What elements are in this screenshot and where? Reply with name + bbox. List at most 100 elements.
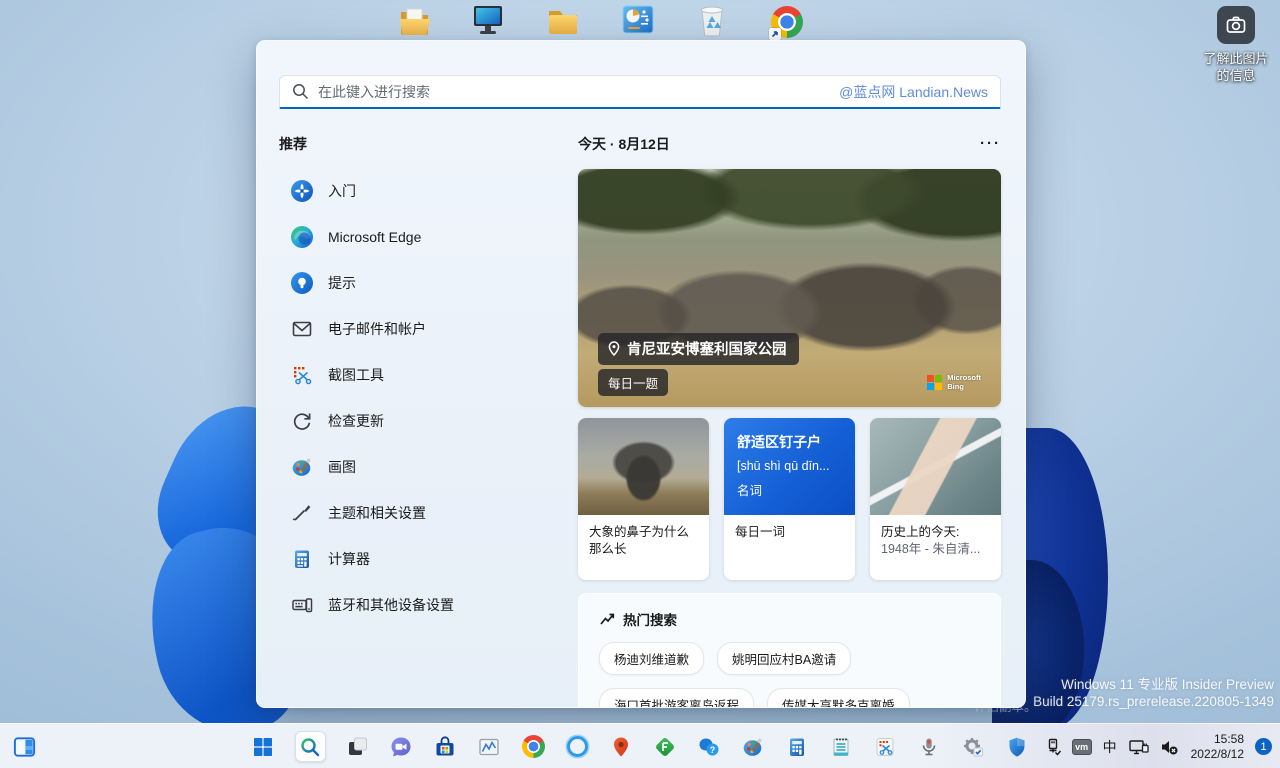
recycle-bin-icon xyxy=(694,2,730,40)
sidebar-item-snipping-tool[interactable]: 截图工具 xyxy=(279,352,578,398)
folder-open-icon xyxy=(398,2,434,40)
daily-image-card[interactable]: 肯尼亚安博塞利国家公园 每日一题 Microsoft Bing xyxy=(578,169,1001,407)
chat-icon xyxy=(389,735,413,759)
sidebar-item-paint[interactable]: 画图 xyxy=(279,444,578,490)
control-panel-icon xyxy=(620,2,656,40)
location-pin-icon xyxy=(608,341,620,356)
word-of-day-panel: 舒适区钉子户 [shū shì qū dīn... 名词 xyxy=(724,418,855,515)
usb-eject-icon[interactable] xyxy=(1043,737,1063,757)
brush-icon xyxy=(289,500,315,526)
sidebar-item-bluetooth-devices[interactable]: 蓝牙和其他设备设置 xyxy=(279,582,578,628)
card-today-in-history[interactable]: 历史上的今天: 1948年 - 朱自清... xyxy=(870,418,1001,580)
search-branding-link[interactable]: @蓝点网 Landian.News xyxy=(839,82,988,102)
trending-pill[interactable]: 传媒大亨默多克离婚 xyxy=(767,688,910,708)
sidebar-item-label: 蓝牙和其他设备设置 xyxy=(328,595,454,615)
sidebar-item-email[interactable]: 电子邮件和帐户 xyxy=(279,306,578,352)
desktop-icon-recycle-bin[interactable] xyxy=(694,2,730,40)
get-help-icon: ? xyxy=(697,735,721,759)
bing-logo: Microsoft Bing xyxy=(927,374,981,391)
ime-indicator[interactable]: 中 xyxy=(1101,737,1119,757)
sidebar-item-label: 计算器 xyxy=(328,549,370,569)
trending-up-icon xyxy=(599,611,615,627)
sidebar-item-check-updates[interactable]: 检查更新 xyxy=(279,398,578,444)
build-watermark: Windows 11 专业版 Insider Preview Build 251… xyxy=(1033,676,1274,710)
task-manager-button[interactable] xyxy=(477,734,502,759)
card-caption: 每日一词 xyxy=(724,515,855,580)
desktop-icon-picture-info[interactable]: 了解此图片 的信息 xyxy=(1216,6,1256,84)
snipping-tool-icon xyxy=(873,735,897,759)
desktop-icon-control-panel[interactable] xyxy=(620,2,656,40)
sidebar-item-get-started[interactable]: 入门 xyxy=(279,168,578,214)
calculator-icon xyxy=(289,546,315,572)
desktop-icon-folder-open[interactable] xyxy=(398,2,434,40)
elephant-photo xyxy=(578,418,709,515)
more-options-button[interactable]: ··· xyxy=(980,139,1001,149)
store-button[interactable] xyxy=(433,734,458,759)
voice-recorder-icon xyxy=(917,735,941,759)
search-button-active[interactable] xyxy=(295,731,326,762)
paint-icon xyxy=(741,735,765,759)
windows-security-button[interactable] xyxy=(1005,734,1030,759)
trending-title: 热门搜索 xyxy=(623,609,677,629)
card-elephant-question[interactable]: 大象的鼻子为什么 那么长 xyxy=(578,418,709,580)
sidebar-item-calculator[interactable]: 计算器 xyxy=(279,536,578,582)
search-input[interactable] xyxy=(318,84,839,100)
sidebar-item-themes[interactable]: 主题和相关设置 xyxy=(279,490,578,536)
devices-icon xyxy=(289,592,315,618)
search-flyout-panel: @蓝点网 Landian.News 推荐 xyxy=(256,40,1026,708)
hero-daily-badge[interactable]: 每日一题 xyxy=(598,369,668,396)
recommended-list: 入门 Microsoft Edge xyxy=(279,168,578,628)
start-button[interactable] xyxy=(251,734,276,759)
cortana-button[interactable] xyxy=(565,734,590,759)
calculator-button[interactable] xyxy=(785,734,810,759)
settings-check-button[interactable] xyxy=(961,734,986,759)
volume-muted-icon[interactable] xyxy=(1159,737,1179,757)
task-view-icon xyxy=(346,735,369,758)
hand-pen-photo xyxy=(870,418,1001,515)
network-icon[interactable] xyxy=(1128,737,1150,757)
get-started-icon xyxy=(289,178,315,204)
trending-pill[interactable]: 姚明回应村BA邀请 xyxy=(717,642,851,675)
desktop-icon-chrome[interactable] xyxy=(769,2,805,40)
card-word-of-day[interactable]: 舒适区钉子户 [shū shì qū dīn... 名词 每日一词 xyxy=(724,418,855,580)
monitor-icon xyxy=(470,2,506,40)
trending-pill[interactable]: 海口首批游客离岛返程 xyxy=(599,688,754,708)
get-help-button[interactable]: ? xyxy=(697,734,722,759)
snipping-tool-button[interactable] xyxy=(873,734,898,759)
notepad-button[interactable] xyxy=(829,734,854,759)
sidebar-item-edge[interactable]: Microsoft Edge xyxy=(279,214,578,260)
search-box[interactable]: @蓝点网 Landian.News xyxy=(279,75,1001,109)
maps-button[interactable] xyxy=(609,734,634,759)
svg-text:?: ? xyxy=(710,745,716,755)
clock[interactable]: 15:58 2022/8/12 xyxy=(1188,732,1244,762)
task-manager-icon xyxy=(477,735,501,759)
voice-recorder-button[interactable] xyxy=(917,734,942,759)
sidebar-item-label: 入门 xyxy=(328,181,356,201)
desktop-icon-folder[interactable] xyxy=(545,2,581,40)
card-caption: 大象的鼻子为什么 那么长 xyxy=(578,515,709,580)
shortcut-arrow-icon xyxy=(769,28,781,40)
hero-location-badge[interactable]: 肯尼亚安博塞利国家公园 xyxy=(598,333,799,365)
chrome-button[interactable] xyxy=(521,734,546,759)
sidebar-item-label: 电子邮件和帐户 xyxy=(328,319,426,339)
paint-button[interactable] xyxy=(741,734,766,759)
feedback-hub-button[interactable] xyxy=(653,734,678,759)
sidebar-item-label: 截图工具 xyxy=(328,365,384,385)
taskbar: ? xyxy=(0,723,1280,768)
desktop-icon-this-pc[interactable] xyxy=(470,2,506,40)
camera-icon[interactable] xyxy=(1217,6,1255,44)
tips-icon xyxy=(289,270,315,296)
settings-check-icon xyxy=(961,735,985,759)
notification-badge[interactable]: 1 xyxy=(1255,738,1272,755)
trending-pill[interactable]: 杨迪刘维道歉 xyxy=(599,642,704,675)
vmware-tray-icon[interactable]: vm xyxy=(1072,739,1092,755)
hero-location-label: 肯尼亚安博塞利国家公园 xyxy=(627,338,787,359)
card-caption: 历史上的今天: 1948年 - 朱自清... xyxy=(870,515,1001,580)
search-icon xyxy=(299,736,321,758)
paint-icon xyxy=(289,454,315,480)
sidebar-item-tips[interactable]: 提示 xyxy=(279,260,578,306)
task-view-button[interactable] xyxy=(345,734,370,759)
date-header: 今天 · 8月12日 xyxy=(578,134,670,154)
sidebar-item-label: 主题和相关设置 xyxy=(328,503,426,523)
chat-button[interactable] xyxy=(389,734,414,759)
